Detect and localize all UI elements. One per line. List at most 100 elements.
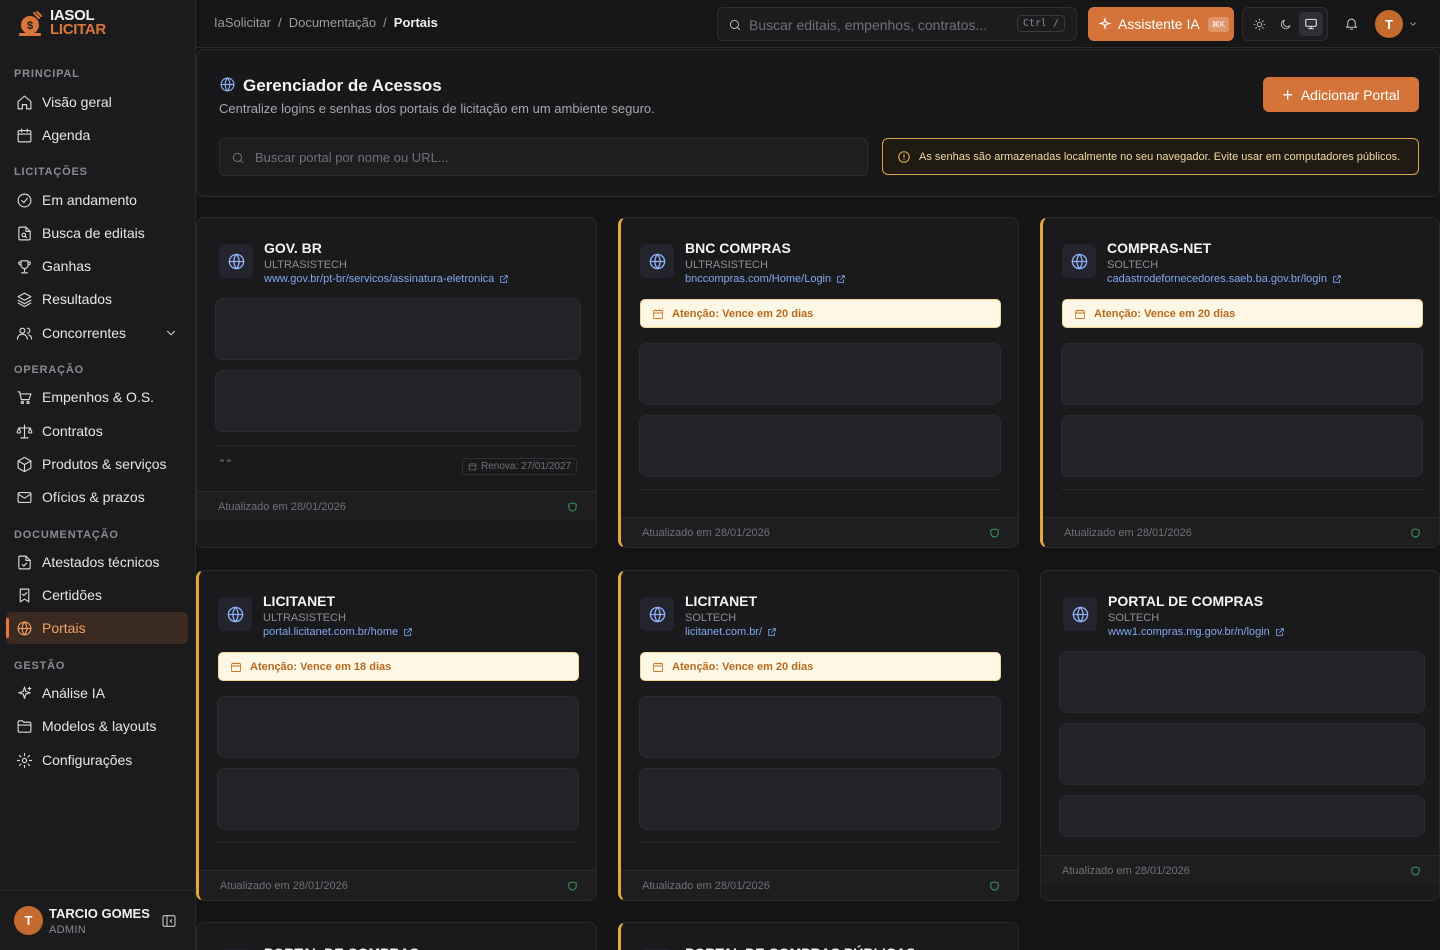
theme-light-button[interactable] xyxy=(1247,12,1271,36)
login-field[interactable] xyxy=(217,696,579,758)
password-field[interactable] xyxy=(639,415,1001,477)
sidebar-item-agenda[interactable]: Agenda xyxy=(6,119,188,151)
portal-url-link[interactable]: www.gov.br/pt-br/servicos/assinatura-ele… xyxy=(264,273,509,285)
external-link-icon[interactable] xyxy=(836,274,846,284)
password-field[interactable] xyxy=(215,370,581,432)
divider xyxy=(639,842,1001,843)
sidebar-item-certidoes[interactable]: Certidões xyxy=(6,579,188,611)
sidebar-item-contratos[interactable]: Contratos xyxy=(6,415,188,447)
sidebar-item-empenhos[interactable]: Empenhos & O.S. xyxy=(6,381,188,413)
user-avatar[interactable]: T xyxy=(1375,10,1403,38)
portal-card: LICITANET ULTRASISTECH portal.licitanet.co… xyxy=(196,570,597,901)
sidebar-item-analise-ia[interactable]: Análise IA xyxy=(6,677,188,709)
updated-text: Atualizado em 28/01/2026 xyxy=(220,880,348,892)
add-portal-button[interactable]: + Adicionar Portal xyxy=(1263,77,1419,112)
home-icon xyxy=(17,95,32,109)
password-field[interactable] xyxy=(1059,723,1425,785)
sidebar-item-label: Contratos xyxy=(42,423,103,439)
user-profile[interactable]: T TARCIO GOMES ADMIN xyxy=(0,890,196,950)
portal-name: LICITANET xyxy=(685,593,758,609)
chevron-down-icon[interactable] xyxy=(1408,19,1418,29)
sun-icon xyxy=(1253,18,1265,30)
login-field[interactable] xyxy=(1059,651,1425,713)
file-check-icon xyxy=(18,555,31,569)
divider xyxy=(215,445,577,446)
sidebar-item-label: Busca de editais xyxy=(42,225,145,241)
sidebar-item-concorrentes[interactable]: Concorrentes xyxy=(6,317,188,349)
package-icon xyxy=(17,456,32,472)
shield-icon xyxy=(1411,866,1420,876)
card-footer: Atualizado em 28/01/2026 xyxy=(199,870,596,900)
sparkles-icon xyxy=(1098,17,1112,30)
expiry-alert: Atenção: Vence em 20 dias xyxy=(640,299,1001,328)
calendar-icon xyxy=(17,128,32,142)
sidebar-item-configuracoes[interactable]: Configurações xyxy=(6,744,188,776)
sidebar-item-busca-editais[interactable]: Busca de editais xyxy=(6,217,188,249)
renew-badge: Renova: 27/01/2027 xyxy=(462,458,578,475)
portal-card: PORTAL DE COMPRAS SOLTECH www1.compras.mg.… xyxy=(1040,570,1440,901)
external-link-icon[interactable] xyxy=(767,627,777,637)
sidebar-item-visao-geral[interactable]: Visão geral xyxy=(6,86,188,118)
updated-text: Atualizado em 28/01/2026 xyxy=(1062,865,1190,877)
bell-icon[interactable] xyxy=(1344,16,1359,31)
sidebar-item-produtos[interactable]: Produtos & serviços xyxy=(6,448,188,480)
portal-url: www.gov.br/pt-br/servicos/assinatura-ele… xyxy=(264,273,495,285)
portal-url-link[interactable]: licitanet.com.br/ xyxy=(685,626,777,638)
sidebar-collapse-icon[interactable] xyxy=(161,913,177,929)
search-icon xyxy=(729,19,741,31)
portal-search-input[interactable]: Buscar portal por nome ou URL... xyxy=(219,138,868,176)
portal-url-link[interactable]: cadastrodefornecedores.saeb.ba.gov.br/lo… xyxy=(1107,273,1342,285)
sidebar-item-modelos[interactable]: Modelos & layouts xyxy=(6,710,188,742)
global-search-input[interactable]: Buscar editais, empenhos, contratos... C… xyxy=(717,7,1077,41)
password-field[interactable] xyxy=(217,768,579,830)
theme-system-button[interactable] xyxy=(1299,12,1323,36)
app-logo[interactable]: $ IASOL LICITAR xyxy=(16,8,106,37)
sidebar-item-label: Agenda xyxy=(42,127,91,143)
portal-card: GOV. BR ULTRASISTECH www.gov.br/pt-br/serv… xyxy=(196,217,597,548)
globe-icon xyxy=(17,621,32,635)
login-field[interactable] xyxy=(1061,343,1423,405)
login-field[interactable] xyxy=(639,343,1001,405)
bookmark-check-icon xyxy=(19,588,30,602)
updated-text: Atualizado em 28/01/2026 xyxy=(218,501,346,513)
sidebar-item-em-andamento[interactable]: Em andamento xyxy=(6,184,188,216)
section-operacao: OPERAÇÃO xyxy=(14,364,84,376)
sidebar: $ IASOL LICITAR PRINCIPAL Visão geral Ag… xyxy=(0,0,196,950)
portal-org: SOLTECH xyxy=(1107,259,1159,271)
extra-field[interactable] xyxy=(1059,795,1425,837)
breadcrumb-item[interactable]: Documentação xyxy=(289,15,376,30)
password-field[interactable] xyxy=(1061,415,1423,477)
chevron-down-icon[interactable] xyxy=(164,326,178,343)
sidebar-item-atestados[interactable]: Atestados técnicos xyxy=(6,546,188,578)
sidebar-item-ganhas[interactable]: Ganhas xyxy=(6,250,188,282)
expiry-alert: Atenção: Vence em 18 dias xyxy=(218,652,579,681)
breadcrumb-item[interactable]: IaSolicitar xyxy=(214,15,271,30)
portal-url-link[interactable]: portal.licitanet.com.br/home xyxy=(263,626,413,638)
sidebar-item-resultados[interactable]: Resultados xyxy=(6,283,188,315)
external-link-icon[interactable] xyxy=(1275,627,1285,637)
ai-assistant-button[interactable]: Assistente IA ⌘K xyxy=(1088,7,1234,41)
moon-icon xyxy=(1280,19,1290,29)
mail-icon xyxy=(17,491,32,503)
sidebar-item-oficios[interactable]: Ofícios & prazos xyxy=(6,481,188,513)
external-link-icon[interactable] xyxy=(403,627,413,637)
portal-url-link[interactable]: bnccompras.com/Home/Login xyxy=(685,273,846,285)
portal-name: PORTAL DE COMPRAS xyxy=(264,945,419,950)
card-footer: Atualizado em 28/01/2026 xyxy=(621,870,1018,900)
login-field[interactable] xyxy=(215,298,581,360)
card-footer: Atualizado em 28/01/2026 xyxy=(1041,855,1439,885)
folder-icon xyxy=(17,719,32,733)
external-link-icon[interactable] xyxy=(1332,274,1342,284)
theme-dark-button[interactable] xyxy=(1273,12,1297,36)
alert-circle-icon xyxy=(898,150,910,163)
portal-url-link[interactable]: www1.compras.mg.gov.br/n/login xyxy=(1108,626,1285,638)
sidebar-item-label: Resultados xyxy=(42,291,113,307)
external-link-icon[interactable] xyxy=(499,274,509,284)
globe-icon xyxy=(220,77,235,92)
login-field[interactable] xyxy=(639,696,1001,758)
avatar: T xyxy=(14,906,43,935)
portal-card: PORTAL DE COMPRAS PÚBLICAS xyxy=(618,922,1019,950)
sidebar-item-portais[interactable]: Portais xyxy=(6,612,188,644)
password-field[interactable] xyxy=(639,768,1001,830)
breadcrumb-separator: / xyxy=(278,15,282,30)
